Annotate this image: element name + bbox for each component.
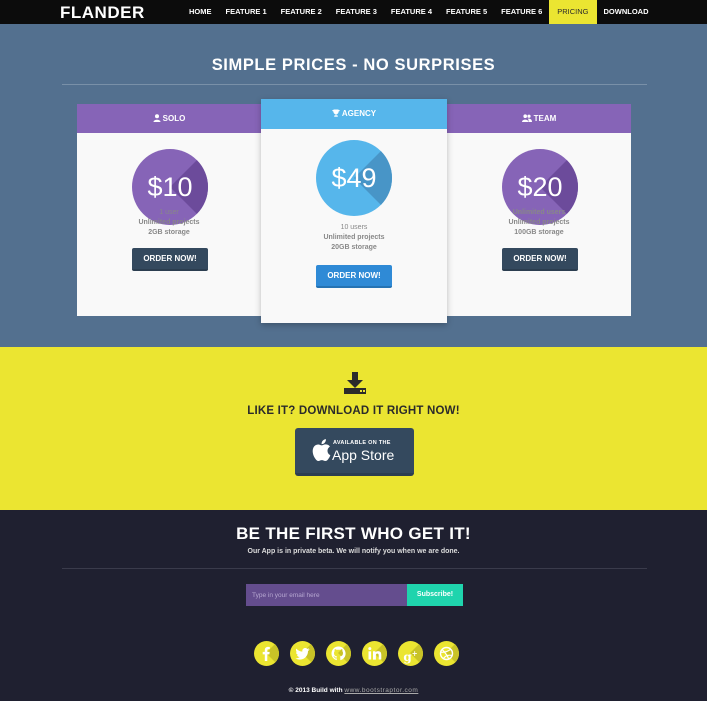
order-button[interactable]: ORDER NOW!: [132, 248, 208, 271]
plan-card-team: TEAM $20 Unlimited users Unlimited proje…: [447, 104, 631, 316]
subscribe-section: BE THE FIRST WHO GET IT! Our App is in p…: [0, 510, 707, 701]
download-icon: [344, 372, 366, 394]
plan-name: AGENCY: [341, 109, 377, 118]
nav-feature-5[interactable]: FEATURE 5: [439, 0, 494, 24]
download-title: LIKE IT? DOWNLOAD IT RIGHT NOW!: [247, 405, 460, 417]
nav-feature-2[interactable]: FEATURE 2: [274, 0, 329, 24]
users-icon: [521, 114, 532, 122]
plan-header: AGENCY: [261, 99, 447, 129]
subscribe-subtitle: Our App is in private beta. We will noti…: [247, 548, 460, 555]
appstore-big-label: App Store: [332, 447, 395, 463]
nav-download[interactable]: DOWNLOAD: [597, 0, 656, 24]
twitter-icon[interactable]: [290, 641, 315, 666]
footer-link[interactable]: www.bootstraptor.com: [344, 687, 418, 694]
facebook-icon[interactable]: [254, 641, 279, 666]
order-button[interactable]: ORDER NOW!: [316, 265, 392, 288]
divider: [62, 568, 647, 569]
feature-item: 1 user: [159, 209, 179, 216]
plan-header: SOLO: [77, 104, 261, 133]
feature-item: Unlimited users: [512, 209, 566, 216]
feature-item: 100GB storage: [514, 229, 564, 236]
google-plus-icon[interactable]: g+: [398, 641, 423, 666]
pricing-title: SIMPLE PRICES - NO SURPRISES: [211, 56, 496, 74]
footer: © 2013 Build with www.bootstraptor.com: [0, 687, 707, 694]
email-input[interactable]: [246, 584, 407, 606]
divider: [62, 84, 647, 85]
nav-menu: HOME FEATURE 1 FEATURE 2 FEATURE 3 FEATU…: [182, 0, 656, 24]
price-circle: $49: [316, 140, 392, 216]
footer-text: © 2013 Build with: [288, 687, 343, 694]
brand-logo[interactable]: FLANDER: [60, 3, 145, 23]
download-section: LIKE IT? DOWNLOAD IT RIGHT NOW! AVAILABL…: [0, 347, 707, 510]
social-links: g+: [254, 641, 460, 667]
user-icon: [153, 114, 161, 122]
order-button[interactable]: ORDER NOW!: [502, 248, 578, 271]
navbar: FLANDER HOME FEATURE 1 FEATURE 2 FEATURE…: [0, 0, 707, 24]
plan-features: 1 user Unlimited projects 2GB storage: [77, 208, 261, 238]
nav-pricing[interactable]: PRICING: [549, 0, 597, 24]
apple-icon: [312, 439, 331, 461]
plan-card-agency: AGENCY $49 10 users Unlimited projects 2…: [261, 99, 447, 323]
plan-name: TEAM: [533, 114, 557, 123]
github-icon[interactable]: [326, 641, 351, 666]
plan-features: 10 users Unlimited projects 20GB storage: [261, 223, 447, 253]
nav-feature-3[interactable]: FEATURE 3: [329, 0, 384, 24]
feature-item: Unlimited projects: [323, 234, 385, 241]
nav-home[interactable]: HOME: [182, 0, 219, 24]
pricing-section: SIMPLE PRICES - NO SURPRISES SOLO $10 1 …: [0, 24, 707, 347]
dribbble-icon[interactable]: [434, 641, 459, 666]
plan-name: SOLO: [162, 114, 186, 123]
appstore-small-label: AVAILABLE ON THE: [333, 440, 391, 446]
subscribe-button[interactable]: Subscribe!: [407, 584, 463, 606]
feature-item: 2GB storage: [148, 229, 190, 236]
plan-header: TEAM: [447, 104, 631, 133]
plan-features: Unlimited users Unlimited projects 100GB…: [447, 208, 631, 238]
nav-feature-6[interactable]: FEATURE 6: [494, 0, 549, 24]
subscribe-title: BE THE FIRST WHO GET IT!: [236, 524, 471, 543]
app-store-button[interactable]: AVAILABLE ON THE App Store: [295, 428, 414, 476]
plan-price: $49: [331, 163, 377, 193]
feature-item: Unlimited projects: [508, 219, 570, 226]
nav-feature-1[interactable]: FEATURE 1: [219, 0, 274, 24]
linkedin-icon[interactable]: [362, 641, 387, 666]
feature-item: 20GB storage: [331, 244, 377, 251]
plan-card-solo: SOLO $10 1 user Unlimited projects 2GB s…: [77, 104, 261, 316]
nav-feature-4[interactable]: FEATURE 4: [384, 0, 439, 24]
feature-item: Unlimited projects: [138, 219, 200, 226]
feature-item: 10 users: [340, 224, 368, 231]
trophy-icon: [332, 109, 340, 117]
